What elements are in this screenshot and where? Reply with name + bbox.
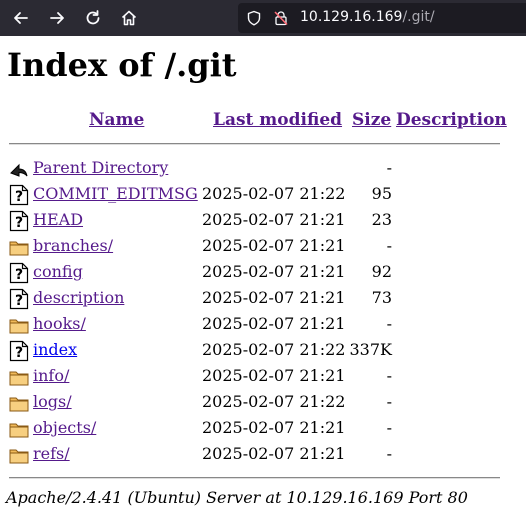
folder-icon[interactable] — [9, 314, 29, 336]
file-link[interactable]: description — [33, 288, 124, 307]
url-host: 10.129.16.169 — [300, 9, 403, 25]
last-modified-cell: 2025-02-07 21:21 — [202, 366, 346, 385]
footer-divider — [9, 477, 500, 479]
reload-button[interactable] — [80, 5, 106, 31]
file-link[interactable]: logs/ — [33, 392, 72, 411]
last-modified-cell: 2025-02-07 21:22 — [202, 392, 346, 411]
table-row: info/2025-02-07 21:21 - — [0, 364, 526, 390]
arrow-left-icon — [14, 12, 28, 24]
last-modified-cell: 2025-02-07 21:21 — [202, 444, 346, 463]
server-signature: Apache/2.4.41 (Ubuntu) Server at 10.129.… — [6, 488, 468, 507]
last-modified-cell: 2025-02-07 21:22 — [202, 340, 346, 359]
unknown-file-icon[interactable]: ? — [9, 262, 29, 284]
size-cell: - — [386, 236, 392, 255]
reload-icon — [86, 10, 100, 25]
last-modified-cell: 2025-02-07 21:21 — [202, 236, 346, 255]
table-row: objects/2025-02-07 21:21 - — [0, 416, 526, 442]
page-title: Index of /.git — [7, 46, 237, 84]
file-link[interactable]: Parent Directory — [33, 158, 168, 177]
svg-text:?: ? — [15, 345, 23, 361]
table-row: refs/2025-02-07 21:21 - — [0, 442, 526, 468]
file-link[interactable]: info/ — [33, 366, 69, 385]
header-divider — [9, 143, 500, 145]
column-header-last-modified[interactable]: Last modified — [213, 110, 342, 130]
column-header-description[interactable]: Description — [396, 110, 507, 130]
table-row: ? description 2025-02-07 21:21 73 — [0, 286, 526, 312]
forward-button[interactable] — [44, 5, 70, 31]
folder-icon[interactable] — [9, 366, 29, 388]
parent-directory-icon[interactable] — [9, 158, 29, 180]
file-link[interactable]: hooks/ — [33, 314, 86, 333]
size-cell: - — [386, 158, 392, 177]
file-link[interactable]: index — [33, 340, 77, 359]
table-row: Parent Directory - — [0, 156, 526, 182]
home-button[interactable] — [116, 5, 142, 31]
last-modified-cell: 2025-02-07 21:21 — [202, 314, 346, 333]
svg-text:?: ? — [15, 189, 23, 205]
url-path: /.git/ — [402, 9, 435, 25]
table-row: ? COMMIT_EDITMSG 2025-02-07 21:22 95 — [0, 182, 526, 208]
size-cell: 92 — [371, 262, 392, 281]
column-header-size[interactable]: Size — [352, 110, 391, 130]
last-modified-cell: 2025-02-07 21:21 — [202, 210, 346, 229]
size-cell: 23 — [371, 210, 392, 229]
size-cell: - — [386, 314, 392, 333]
file-link[interactable]: COMMIT_EDITMSG — [33, 184, 198, 203]
column-header-name[interactable]: Name — [89, 110, 144, 130]
unknown-file-icon[interactable]: ? — [9, 340, 29, 362]
size-cell: - — [386, 444, 392, 463]
back-button[interactable] — [8, 5, 34, 31]
url-text[interactable]: 10.129.16.169/.git/ — [300, 9, 435, 25]
folder-icon[interactable] — [9, 236, 29, 258]
table-row: hooks/2025-02-07 21:21 - — [0, 312, 526, 338]
last-modified-cell: 2025-02-07 21:22 — [202, 184, 346, 203]
arrow-right-icon — [50, 12, 64, 24]
folder-icon[interactable] — [9, 418, 29, 440]
unknown-file-icon[interactable]: ? — [9, 210, 29, 232]
size-cell: 73 — [371, 288, 392, 307]
folder-icon[interactable] — [9, 392, 29, 414]
size-cell: 337K — [349, 340, 393, 359]
table-row: logs/2025-02-07 21:22 - — [0, 390, 526, 416]
last-modified-cell: 2025-02-07 21:21 — [202, 262, 346, 281]
file-link[interactable]: HEAD — [33, 210, 83, 229]
home-icon — [121, 10, 137, 26]
unknown-file-icon[interactable]: ? — [9, 184, 29, 206]
unknown-file-icon[interactable]: ? — [9, 288, 29, 310]
size-cell: - — [386, 366, 392, 385]
size-cell: 95 — [371, 184, 392, 203]
last-modified-cell: 2025-02-07 21:21 — [202, 288, 346, 307]
last-modified-cell: 2025-02-07 21:21 — [202, 418, 346, 437]
svg-text:?: ? — [15, 267, 23, 283]
table-row: ? index 2025-02-07 21:22 337K — [0, 338, 526, 364]
svg-text:?: ? — [15, 215, 23, 231]
table-row: ? config 2025-02-07 21:21 92 — [0, 260, 526, 286]
shield-icon[interactable] — [246, 10, 262, 26]
insecure-lock-icon[interactable] — [273, 10, 289, 26]
file-link[interactable]: branches/ — [33, 236, 113, 255]
address-bar[interactable]: 10.129.16.169/.git/ — [238, 3, 526, 33]
file-link[interactable]: refs/ — [33, 444, 70, 463]
size-cell: - — [386, 392, 392, 411]
svg-text:?: ? — [15, 293, 23, 309]
file-link[interactable]: objects/ — [33, 418, 96, 437]
table-row: ? HEAD 2025-02-07 21:21 23 — [0, 208, 526, 234]
table-row: branches/2025-02-07 21:21 - — [0, 234, 526, 260]
size-cell: - — [386, 418, 392, 437]
folder-icon[interactable] — [9, 444, 29, 466]
file-link[interactable]: config — [33, 262, 83, 281]
browser-toolbar: 10.129.16.169/.git/ — [0, 0, 526, 36]
